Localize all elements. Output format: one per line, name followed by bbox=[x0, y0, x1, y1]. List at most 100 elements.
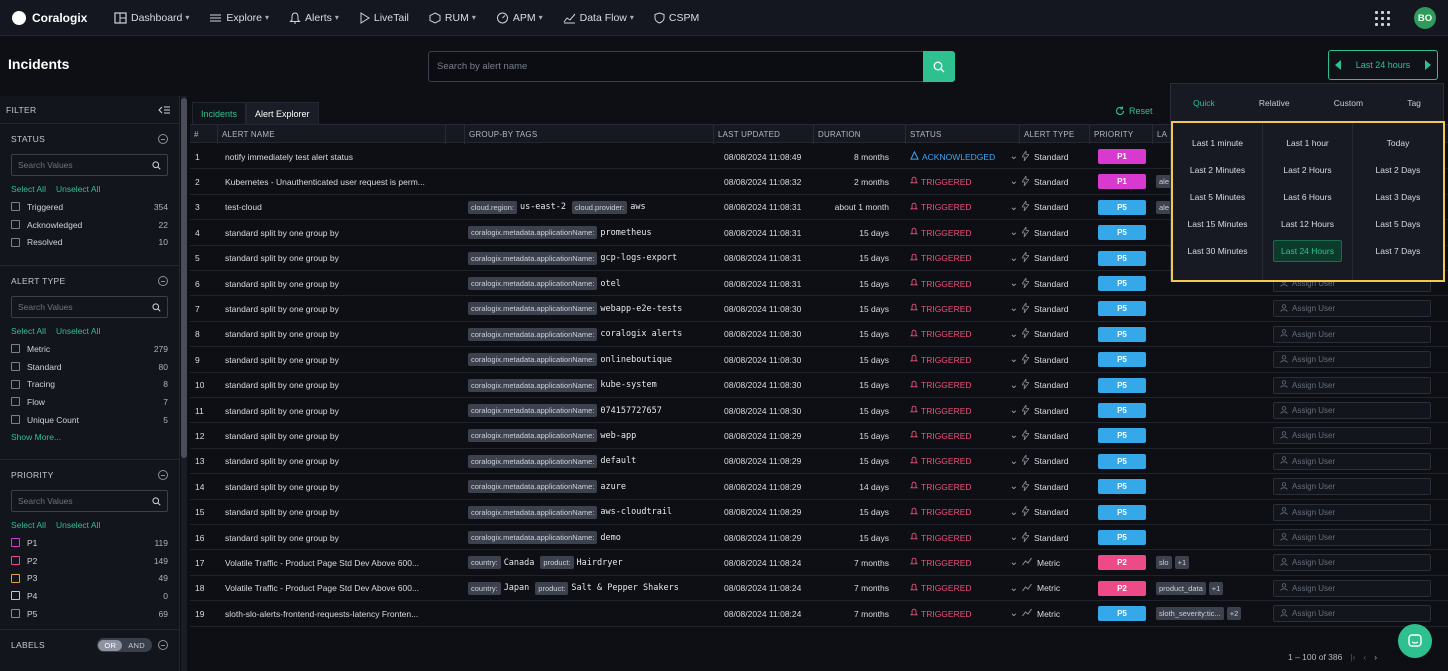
checkbox[interactable] bbox=[11, 362, 20, 372]
status-cell[interactable]: TRIGGERED ⌄ bbox=[910, 271, 1018, 296]
priority-badge[interactable]: P2 bbox=[1098, 580, 1146, 596]
priority-badge[interactable]: P5 bbox=[1098, 504, 1146, 520]
priority-badge[interactable]: P5 bbox=[1098, 301, 1146, 317]
first-page-icon[interactable]: |‹ bbox=[1350, 652, 1355, 662]
quick-range-option[interactable]: Last 5 Days bbox=[1353, 210, 1443, 237]
priority-search-input[interactable]: Search Values bbox=[11, 490, 168, 512]
col-header-status[interactable]: STATUS bbox=[906, 125, 1020, 144]
col-header-group-by-tags[interactable]: GROUP-BY TAGS bbox=[464, 125, 714, 144]
status-cell[interactable]: TRIGGERED ⌄ bbox=[910, 169, 1018, 194]
apps-grid-icon[interactable] bbox=[1375, 10, 1390, 26]
priority-badge[interactable]: P5 bbox=[1098, 276, 1146, 291]
alert-name[interactable]: standard split by one group by bbox=[225, 246, 463, 271]
priority-badge[interactable]: P5 bbox=[1098, 453, 1146, 469]
status-cell[interactable]: TRIGGERED ⌄ bbox=[910, 373, 1018, 398]
tab-alert-explorer[interactable]: Alert Explorer bbox=[246, 102, 319, 124]
status-cell[interactable]: TRIGGERED ⌄ bbox=[910, 347, 1018, 372]
priority-option[interactable]: P3 49 bbox=[11, 569, 168, 587]
chevron-down-icon[interactable]: ⌄ bbox=[1010, 176, 1018, 187]
quick-range-option[interactable]: Last 1 hour bbox=[1263, 129, 1352, 156]
priority-option[interactable]: P1 119 bbox=[11, 534, 168, 552]
quick-range-option[interactable]: Last 2 Days bbox=[1353, 156, 1443, 183]
priority-badge[interactable]: P2 bbox=[1098, 555, 1146, 571]
table-row[interactable]: 18 Volatile Traffic - Product Page Std De… bbox=[190, 576, 1448, 602]
status-search-input[interactable]: Search Values bbox=[11, 154, 168, 176]
status-cell[interactable]: TRIGGERED ⌄ bbox=[910, 449, 1018, 474]
table-row[interactable]: 9 standard split by one group by coralogix… bbox=[190, 347, 1448, 373]
tab-custom[interactable]: Custom bbox=[1334, 98, 1363, 108]
tab-quick[interactable]: Quick bbox=[1193, 98, 1215, 108]
collapse-icon[interactable] bbox=[158, 640, 168, 650]
prev-page-icon[interactable]: ‹ bbox=[1363, 652, 1366, 662]
assign-user-field[interactable]: Assign User bbox=[1273, 427, 1431, 445]
quick-range-option[interactable]: Last 1 minute bbox=[1173, 129, 1262, 156]
alert-name[interactable]: standard split by one group by bbox=[225, 423, 463, 448]
checkbox[interactable] bbox=[11, 556, 20, 566]
unselect-all-link[interactable]: Unselect All bbox=[56, 326, 100, 336]
alert-name[interactable]: standard split by one group by bbox=[225, 398, 463, 423]
chevron-down-icon[interactable]: ⌄ bbox=[1010, 507, 1018, 518]
nav-explore[interactable]: Explore ▾ bbox=[209, 12, 269, 24]
quick-range-option[interactable]: Last 5 Minutes bbox=[1173, 183, 1262, 210]
show-more-link[interactable]: Show More... bbox=[11, 428, 168, 446]
priority-filter-header[interactable]: PRIORITY bbox=[11, 460, 168, 490]
alert-name[interactable]: Volatile Traffic - Product Page Std Dev … bbox=[225, 576, 463, 601]
chevron-down-icon[interactable]: ⌄ bbox=[1010, 202, 1018, 213]
col-header-duration[interactable]: DURATION bbox=[814, 125, 906, 144]
collapse-icon[interactable] bbox=[158, 134, 168, 144]
table-row[interactable]: 7 standard split by one group by coralogix… bbox=[190, 296, 1448, 322]
chevron-down-icon[interactable]: ⌄ bbox=[1010, 303, 1018, 314]
col-header-priority[interactable]: PRIORITY bbox=[1090, 125, 1153, 144]
chevron-down-icon[interactable]: ⌄ bbox=[1010, 481, 1018, 492]
reset-button[interactable]: Reset bbox=[1115, 106, 1153, 116]
chat-support-button[interactable] bbox=[1398, 624, 1432, 658]
alert-name[interactable]: Kubernetes - Unauthenticated user reques… bbox=[225, 169, 463, 194]
sidebar-scrollbar[interactable] bbox=[181, 96, 187, 671]
alert-name[interactable]: standard split by one group by bbox=[225, 271, 463, 296]
checkbox[interactable] bbox=[11, 237, 20, 247]
status-cell[interactable]: TRIGGERED ⌄ bbox=[910, 246, 1018, 271]
nav-dashboard[interactable]: Dashboard ▾ bbox=[114, 12, 189, 24]
table-row[interactable]: 19 sloth-slo-alerts-frontend-requests-lat… bbox=[190, 601, 1448, 627]
alert-type-option[interactable]: Unique Count 5 bbox=[11, 411, 168, 429]
priority-option[interactable]: P5 69 bbox=[11, 605, 168, 623]
priority-badge[interactable]: P5 bbox=[1098, 530, 1146, 545]
collapse-icon[interactable] bbox=[158, 276, 168, 286]
assign-user-field[interactable]: Assign User bbox=[1273, 503, 1431, 521]
assign-user-field[interactable]: Assign User bbox=[1273, 529, 1431, 546]
collapse-icon[interactable] bbox=[158, 470, 168, 480]
priority-badge[interactable]: P5 bbox=[1098, 225, 1146, 241]
assign-user-field[interactable]: Assign User bbox=[1273, 376, 1431, 394]
alert-type-option[interactable]: Standard 80 bbox=[11, 358, 168, 376]
chevron-down-icon[interactable]: ⌄ bbox=[1010, 456, 1018, 467]
col-header-alert-type[interactable]: ALERT TYPE bbox=[1020, 125, 1090, 144]
select-all-link[interactable]: Select All bbox=[11, 326, 46, 336]
table-row[interactable]: 14 standard split by one group by coralogi… bbox=[190, 474, 1448, 500]
chevron-down-icon[interactable]: ⌄ bbox=[1010, 532, 1018, 543]
chevron-down-icon[interactable]: ⌄ bbox=[1010, 253, 1018, 264]
tab-incidents[interactable]: Incidents bbox=[192, 102, 247, 124]
alert-type-option[interactable]: Metric 279 bbox=[11, 340, 168, 358]
alert-type-option[interactable]: Tracing 8 bbox=[11, 375, 168, 393]
alert-name[interactable]: standard split by one group by bbox=[225, 525, 463, 550]
next-page-icon[interactable]: › bbox=[1374, 652, 1377, 662]
chevron-down-icon[interactable]: ⌄ bbox=[1010, 380, 1018, 391]
status-cell[interactable]: TRIGGERED ⌄ bbox=[910, 474, 1018, 499]
chevron-down-icon[interactable]: ⌄ bbox=[1010, 151, 1018, 162]
alert-name[interactable]: standard split by one group by bbox=[225, 474, 463, 499]
priority-option[interactable]: P4 0 bbox=[11, 587, 168, 605]
alert-type-search-input[interactable]: Search Values bbox=[11, 296, 168, 318]
alert-name[interactable]: test-cloud bbox=[225, 195, 463, 220]
assign-user-field[interactable]: Assign User bbox=[1273, 402, 1431, 419]
chevron-down-icon[interactable]: ⌄ bbox=[1010, 557, 1018, 568]
table-row[interactable]: 10 standard split by one group by coralogi… bbox=[190, 373, 1448, 398]
checkbox[interactable] bbox=[11, 344, 20, 354]
priority-badge[interactable]: P5 bbox=[1098, 352, 1146, 368]
nav-alerts[interactable]: Alerts ▾ bbox=[289, 12, 339, 24]
checkbox[interactable] bbox=[11, 397, 20, 407]
priority-badge[interactable]: P1 bbox=[1098, 149, 1146, 164]
alert-name[interactable]: standard split by one group by bbox=[225, 373, 463, 398]
previous-range-icon[interactable] bbox=[1335, 60, 1341, 70]
assign-user-field[interactable]: Assign User bbox=[1273, 300, 1431, 318]
quick-range-option[interactable]: Last 2 Hours bbox=[1263, 156, 1352, 183]
